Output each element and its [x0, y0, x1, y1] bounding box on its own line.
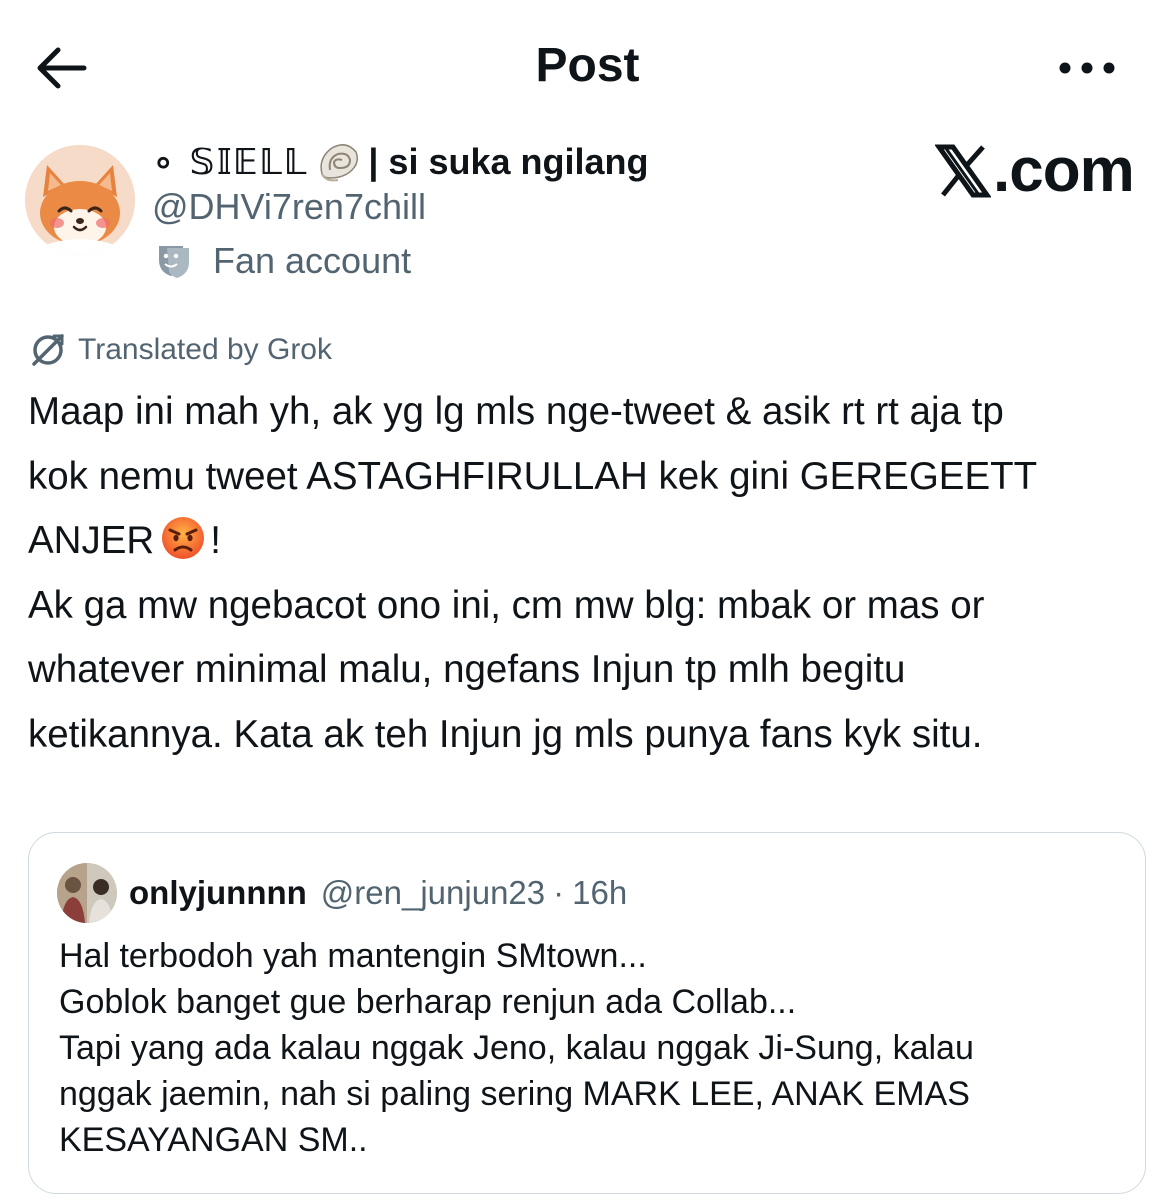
- more-horizontal-icon: [1059, 62, 1115, 74]
- tweet-line-text: ANJER: [28, 519, 155, 562]
- quoted-line: KESAYANGAN SM..: [59, 1121, 368, 1159]
- tweet-line: Ak ga mw ngebacot ono ini, cm mw blg: mb…: [28, 583, 985, 627]
- tweet-line: Maap ini mah yh, ak yg lg mls nge-tweet …: [28, 390, 1004, 433]
- translated-by-grok[interactable]: Translated by Grok: [28, 330, 332, 370]
- page-title: Post: [535, 39, 640, 92]
- author-name-prefix: ∘ 𝕊𝕀𝔼𝕃𝕃: [152, 141, 309, 183]
- translated-label: Translated by Grok: [78, 333, 332, 366]
- author-name-suffix: | si suka ngilang: [368, 141, 649, 182]
- tweet-line: whatever minimal malu, ngefans Injun tp …: [28, 648, 906, 691]
- x-com-text: .com: [993, 136, 1135, 205]
- quoted-avatar-image: [57, 863, 117, 923]
- author-avatar[interactable]: [25, 145, 135, 255]
- quoted-author-avatar[interactable]: [57, 863, 117, 923]
- quoted-line: nggak jaemin, nah si paling sering MARK …: [59, 1075, 970, 1113]
- separator-dot: ·: [553, 874, 565, 911]
- fox-avatar-image: [25, 145, 135, 255]
- quoted-post-header: onlyjunnnn @ren_junjun23 · 16h: [57, 863, 627, 923]
- angry-face-emoji: [162, 517, 205, 559]
- account-label[interactable]: Fan account: [155, 240, 411, 282]
- theater-mask-icon: [159, 246, 189, 278]
- quoted-line: Tapi yang ada kalau nggak Jeno, kalau ng…: [59, 1029, 974, 1067]
- more-options-button[interactable]: [1055, 48, 1125, 88]
- quoted-post-text: Hal terbodoh yah mantengin SMtown... Gob…: [59, 933, 1129, 1163]
- quoted-post-time: 16h: [572, 874, 628, 911]
- quoted-post-card[interactable]: onlyjunnnn @ren_junjun23 · 16h Hal terbo…: [28, 832, 1146, 1194]
- quoted-author-handle[interactable]: @ren_junjun23: [321, 874, 545, 912]
- spiral-shell-emoji: [320, 144, 359, 182]
- quoted-line: Goblok banget gue berharap renjun ada Co…: [59, 983, 797, 1021]
- grok-icon: [32, 334, 64, 366]
- author-handle[interactable]: @DHVi7ren7chill: [152, 186, 426, 228]
- author-display-name[interactable]: ∘ 𝕊𝕀𝔼𝕃𝕃 | si suka ngilang: [152, 140, 649, 184]
- x-com-watermark: .com: [935, 135, 1135, 206]
- top-bar: Post: [0, 0, 1175, 130]
- quoted-author-name[interactable]: onlyjunnnn: [129, 874, 307, 912]
- tweet-text: Maap ini mah yh, ak yg lg mls nge-tweet …: [28, 380, 1153, 767]
- quoted-line: Hal terbodoh yah mantengin SMtown...: [59, 937, 647, 975]
- tweet-line-text: !: [210, 519, 221, 562]
- tweet-line: kok nemu tweet ASTAGHFIRULLAH kek gini G…: [28, 454, 1038, 498]
- tweet-line: ANJER !: [28, 509, 1153, 574]
- account-label-text: Fan account: [213, 240, 412, 281]
- x-logo-icon: [935, 144, 991, 197]
- tweet-line: ketikannya. Kata ak teh Injun jg mls pun…: [28, 712, 983, 756]
